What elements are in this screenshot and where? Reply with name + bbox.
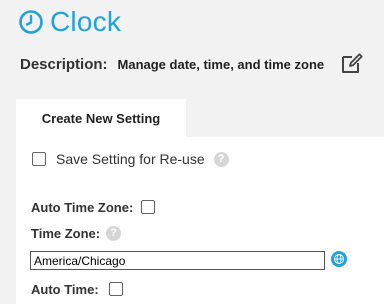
help-icon[interactable]: ? bbox=[106, 225, 122, 241]
save-setting-label: Save Setting for Re-use bbox=[56, 151, 205, 167]
auto-time-zone-checkbox[interactable] bbox=[141, 200, 156, 214]
clock-icon bbox=[19, 10, 43, 34]
description-row: Description: Manage date, time, and time… bbox=[20, 52, 324, 76]
page-title: Clock bbox=[50, 6, 122, 37]
help-icon[interactable]: ? bbox=[213, 151, 229, 167]
description-label: Description: bbox=[20, 55, 108, 73]
auto-time-zone-row: Auto Time Zone: bbox=[31, 199, 156, 215]
time-zone-row: Time Zone: ? bbox=[31, 225, 122, 241]
edit-icon[interactable] bbox=[340, 51, 364, 75]
auto-time-row: Auto Time: bbox=[31, 281, 123, 297]
globe-icon[interactable] bbox=[331, 251, 347, 267]
save-setting-row: Save Setting for Re-use ? bbox=[32, 151, 229, 167]
time-zone-input[interactable] bbox=[30, 251, 325, 270]
auto-time-zone-label: Auto Time Zone: bbox=[31, 199, 134, 215]
auto-time-label: Auto Time: bbox=[31, 281, 99, 297]
tab-label: Create New Setting bbox=[41, 110, 161, 126]
page-header: Clock bbox=[18, 4, 121, 40]
description-value: Manage date, time, and time zone bbox=[117, 56, 325, 72]
tab-create-new-setting[interactable]: Create New Setting bbox=[16, 99, 186, 137]
time-zone-label: Time Zone: bbox=[31, 225, 101, 241]
save-setting-checkbox[interactable] bbox=[32, 152, 46, 166]
auto-time-checkbox[interactable] bbox=[108, 282, 123, 296]
